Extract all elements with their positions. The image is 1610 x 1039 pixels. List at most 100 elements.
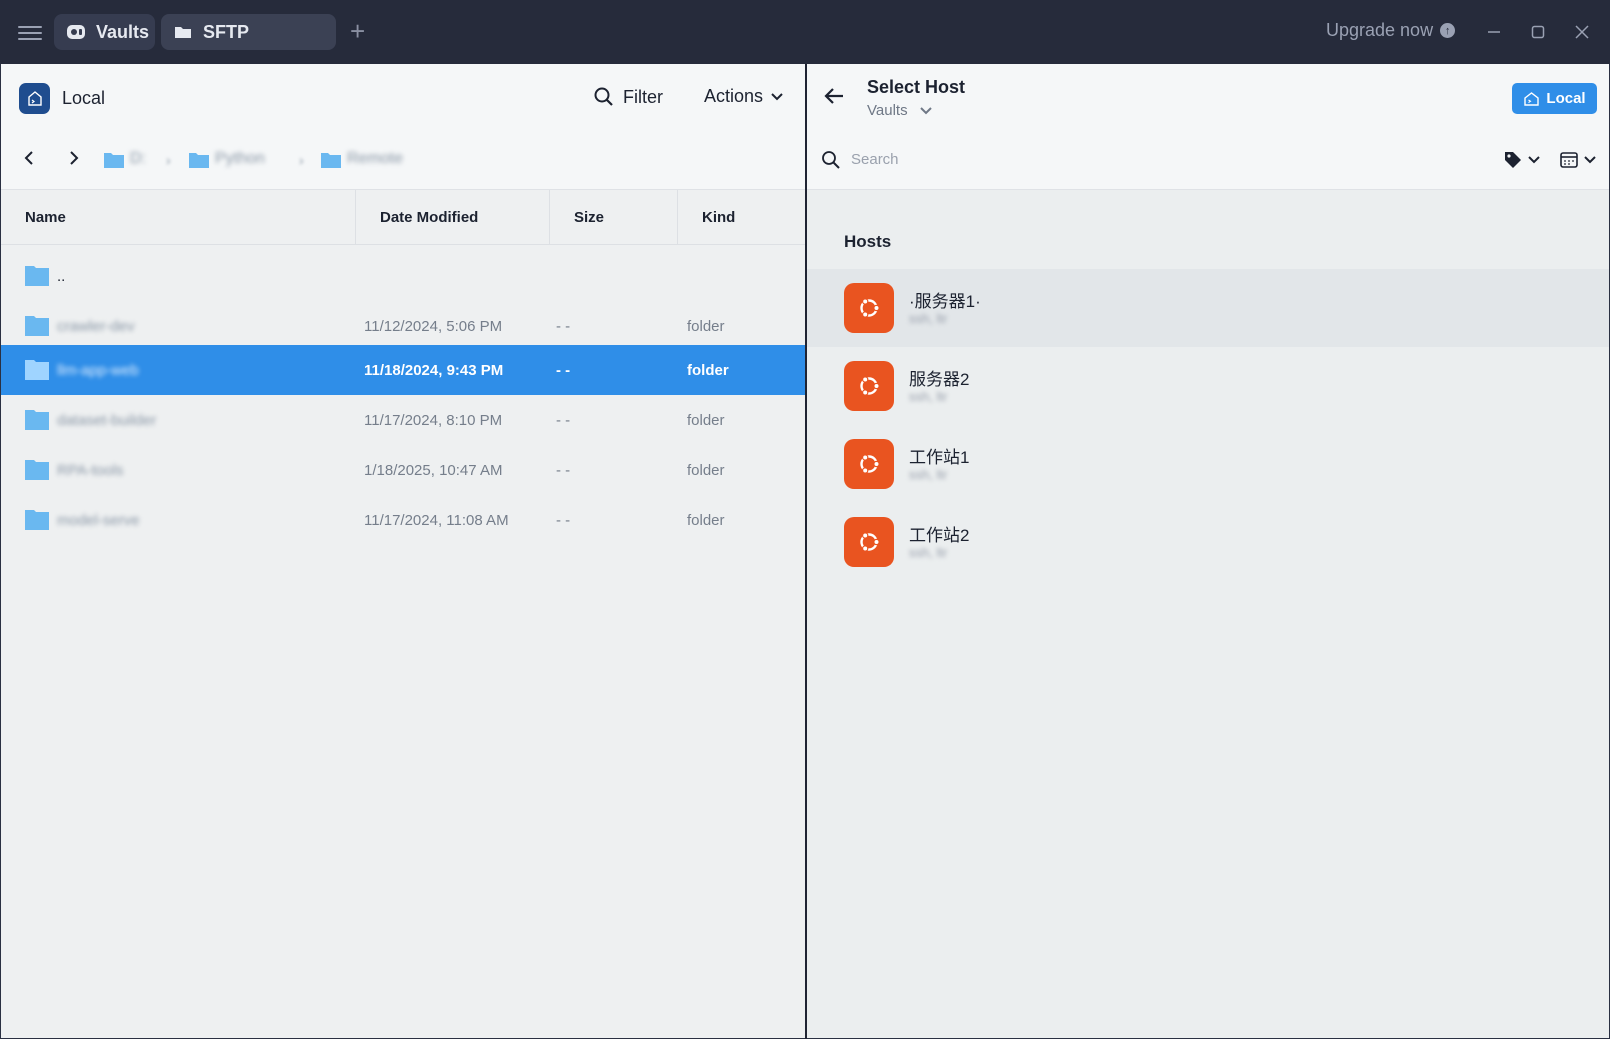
upgrade-now-button[interactable]: Upgrade now ↑: [1326, 20, 1456, 41]
row-date: 11/18/2024, 9:43 PM: [364, 361, 504, 379]
breadcrumb-item[interactable]: Remote: [321, 150, 403, 168]
host-details: ssh, ltr: [909, 311, 948, 326]
row-kind: folder: [687, 411, 725, 429]
tab-label: Vaults: [96, 21, 150, 42]
breadcrumb-separator: ›: [299, 152, 304, 168]
table-row[interactable]: RPA-tools 1/18/2025, 10:47 AM - - folder: [1, 445, 805, 495]
breadcrumb-label: D:: [130, 150, 146, 167]
row-name: RPA-tools: [57, 461, 124, 479]
upgrade-label: Upgrade now: [1326, 20, 1434, 40]
nav-back-button[interactable]: [21, 150, 37, 171]
close-icon[interactable]: [1570, 20, 1594, 44]
vault-label: Vaults: [867, 102, 908, 119]
row-date: 11/12/2024, 5:06 PM: [364, 317, 503, 335]
tag-filter-dropdown[interactable]: [1503, 150, 1541, 170]
row-name: model-serve: [57, 511, 140, 529]
column-header-kind[interactable]: Kind: [678, 190, 805, 245]
folder-icon: [173, 22, 193, 42]
minimize-icon[interactable]: [1482, 20, 1506, 44]
back-button[interactable]: [823, 86, 845, 111]
vault-icon: [66, 22, 86, 42]
ubuntu-icon: [844, 283, 894, 333]
host-name: ·服务器1·: [909, 292, 981, 311]
folder-icon: [25, 266, 49, 286]
search-icon: [822, 151, 840, 169]
arrow-up-circle-icon: ↑: [1440, 23, 1456, 38]
folder-icon: [104, 152, 124, 168]
local-button[interactable]: Local: [1512, 83, 1597, 114]
column-header-size[interactable]: Size: [550, 190, 678, 245]
title-bar: Vaults SFTP + Upgrade now ↑: [0, 0, 1610, 64]
chevron-down-icon: [771, 92, 783, 100]
search-input[interactable]: [849, 144, 1429, 174]
folder-icon: [25, 460, 49, 480]
chevron-down-icon: [1584, 156, 1596, 164]
table-row[interactable]: crawler-dev 11/12/2024, 5:06 PM - - fold…: [1, 301, 805, 351]
host-item[interactable]: 工作站1 ssh, ltr: [807, 425, 1609, 503]
row-name: ..: [57, 267, 66, 285]
grid-view-icon: [1560, 152, 1578, 168]
host-item[interactable]: 服务器2 ssh, ltr: [807, 347, 1609, 425]
table-row[interactable]: model-serve 11/17/2024, 11:08 AM - - fol…: [1, 495, 805, 545]
breadcrumb-item[interactable]: D:: [104, 150, 146, 168]
row-date: 11/17/2024, 8:10 PM: [364, 411, 503, 429]
tag-icon: [1505, 152, 1521, 168]
host-details: ssh, ltr: [909, 467, 948, 482]
row-kind: folder: [687, 317, 725, 335]
tab-sftp[interactable]: SFTP: [161, 14, 336, 50]
ubuntu-icon: [844, 517, 894, 567]
actions-label: Actions: [704, 86, 764, 106]
row-size: - -: [556, 461, 571, 479]
row-size: - -: [556, 511, 571, 529]
row-name: llm-app-web: [57, 361, 139, 379]
nav-forward-button[interactable]: [66, 150, 82, 171]
vault-selector[interactable]: Vaults: [867, 102, 934, 119]
view-mode-dropdown[interactable]: [1559, 150, 1597, 170]
row-kind: folder: [687, 511, 725, 529]
host-details: ssh, ltr: [909, 545, 948, 560]
chevron-down-icon: [919, 106, 932, 114]
local-terminal-icon: [19, 83, 50, 114]
actions-dropdown[interactable]: Actions: [704, 86, 785, 107]
table-row-parent[interactable]: ..: [1, 251, 805, 301]
breadcrumb-label: Python: [215, 150, 265, 167]
row-kind: folder: [687, 461, 725, 479]
breadcrumb-item[interactable]: Python: [189, 150, 265, 168]
host-item[interactable]: ·服务器1· ssh, ltr: [807, 269, 1609, 347]
select-host-header: Select Host Vaults Local: [807, 64, 1609, 190]
host-item[interactable]: 工作站2 ssh, ltr: [807, 503, 1609, 581]
local-home-icon: [1524, 91, 1540, 106]
arrow-left-icon: [824, 88, 843, 104]
folder-icon: [189, 152, 209, 168]
column-header-date-modified[interactable]: Date Modified: [356, 190, 550, 245]
chevron-left-icon: [24, 151, 33, 165]
hosts-section-heading: Hosts: [844, 232, 892, 251]
local-file-panel: Local Filter Actions D: › Python › Remot…: [1, 64, 805, 1038]
folder-icon: [321, 152, 341, 168]
select-host-panel: Select Host Vaults Local Hosts ·服务器1· ss…: [807, 64, 1609, 1038]
chevron-down-icon: [1528, 156, 1540, 164]
table-row[interactable]: dataset-builder 11/17/2024, 8:10 PM - - …: [1, 395, 805, 445]
host-details: ssh, ltr: [909, 389, 948, 404]
row-name: crawler-dev: [57, 317, 135, 335]
hamburger-menu-icon[interactable]: [18, 22, 42, 42]
row-size: - -: [556, 361, 571, 379]
add-tab-button[interactable]: +: [350, 18, 365, 44]
folder-icon: [25, 360, 49, 380]
host-name: 服务器2: [909, 370, 970, 389]
table-header: Name Date Modified Size Kind: [1, 190, 805, 245]
row-date: 11/17/2024, 11:08 AM: [364, 511, 509, 529]
row-size: - -: [556, 317, 571, 335]
filter-button[interactable]: Filter: [593, 86, 663, 108]
folder-icon: [25, 316, 49, 336]
row-date: 1/18/2025, 10:47 AM: [364, 461, 503, 479]
maximize-icon[interactable]: [1526, 20, 1550, 44]
column-header-name[interactable]: Name: [1, 190, 356, 245]
local-button-label: Local: [1546, 90, 1586, 107]
tab-vaults[interactable]: Vaults: [54, 14, 155, 50]
search-icon: [594, 87, 613, 106]
table-row-selected[interactable]: llm-app-web 11/18/2024, 9:43 PM - - fold…: [1, 345, 805, 395]
breadcrumb-separator: ›: [166, 152, 171, 168]
ubuntu-icon: [844, 439, 894, 489]
host-name: 工作站2: [909, 526, 970, 545]
